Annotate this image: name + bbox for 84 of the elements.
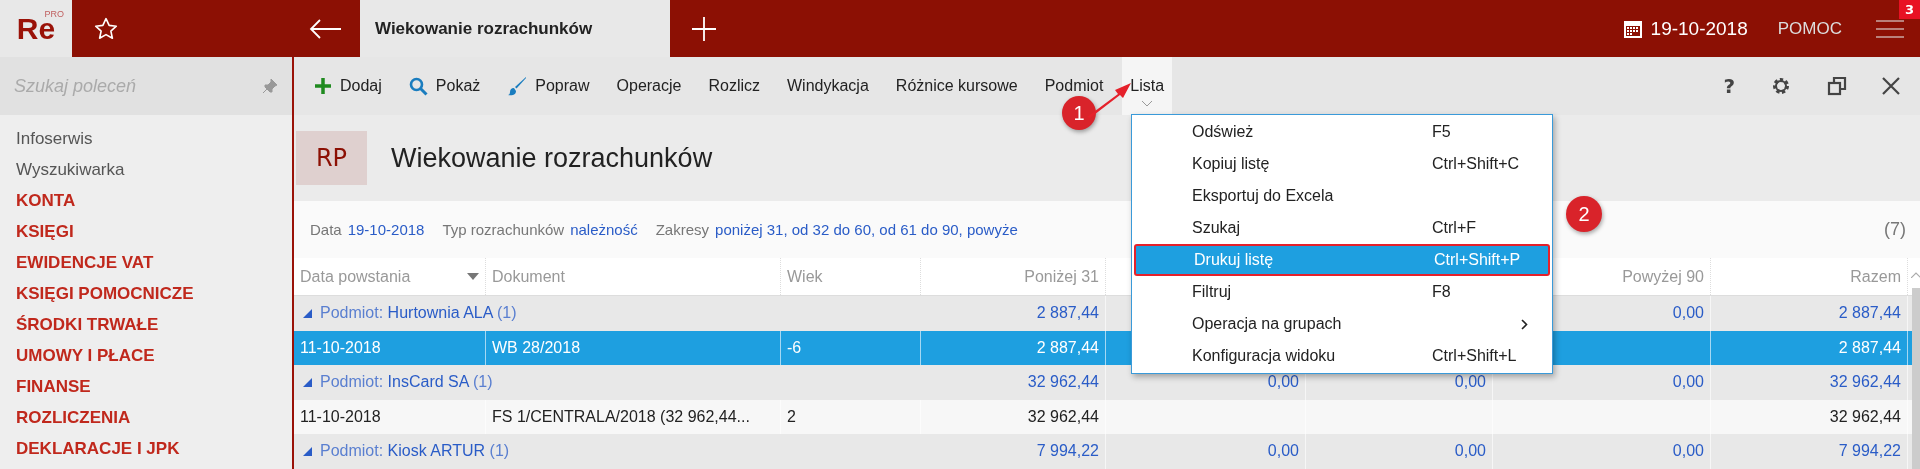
table-cell: 2 887,44 xyxy=(1036,338,1099,357)
page-title: Wiekowanie rozrachunków xyxy=(391,142,713,174)
sidebar-section[interactable]: DEKLARACJE I JPK xyxy=(16,433,276,464)
collapse-icon[interactable] xyxy=(303,446,312,456)
group-label: Podmiot: Hurtownia ALA (1) xyxy=(320,304,517,323)
table-cell: 0,00 xyxy=(1672,442,1704,461)
toolbar-button[interactable]: Dodaj xyxy=(306,69,390,103)
table-cell: 2 xyxy=(787,407,796,426)
table-cell: 32 962,44 xyxy=(1829,373,1901,392)
back-arrow-icon[interactable] xyxy=(308,17,342,40)
table-cell: 7 994,22 xyxy=(1036,442,1099,461)
table-cell: 0,00 xyxy=(1454,442,1486,461)
table-cell: 11-10-2018 xyxy=(300,338,381,357)
calendar-icon xyxy=(1622,18,1643,39)
table-cell: 0,00 xyxy=(1672,304,1704,323)
toolbar-button[interactable]: Pokaż xyxy=(400,69,489,103)
plus-icon xyxy=(314,77,332,95)
help-button[interactable]: ? xyxy=(1723,74,1735,98)
table-cell: 0,00 xyxy=(1672,373,1704,392)
toolbar-button[interactable]: Windykacja xyxy=(779,69,877,103)
table-cell: 32 962,44 xyxy=(1829,407,1901,426)
sidebar-item[interactable]: Infoserwis xyxy=(16,123,276,154)
toolbar-button[interactable]: Popraw xyxy=(499,69,598,103)
filter-value[interactable]: poniżej 31, od 32 do 60, od 61 do 90, powyże xyxy=(715,221,1018,238)
app-logo: RePRO xyxy=(0,0,72,57)
table-cell: 32 962,44 xyxy=(1027,407,1099,426)
table-cell: 0,00 xyxy=(1267,373,1299,392)
filter-value[interactable]: należność xyxy=(570,221,638,238)
table-cell: 2 887,44 xyxy=(1838,304,1901,323)
table-cell: WB 28/2018 xyxy=(492,338,581,357)
settings-icon[interactable] xyxy=(1770,75,1792,97)
table-cell: -6 xyxy=(787,338,802,357)
toolbar-button[interactable]: Operacje xyxy=(608,69,690,103)
table-cell: FS 1/CENTRALA/2018 (32 962,44... xyxy=(492,407,750,426)
table-cell: 11-10-2018 xyxy=(300,407,381,426)
record-count: (7) xyxy=(1884,219,1906,240)
table-cell: 2 887,44 xyxy=(1838,338,1901,357)
table-cell: 0,00 xyxy=(1267,442,1299,461)
module-badge: RP xyxy=(296,131,367,185)
filter-label: Data xyxy=(310,221,342,238)
plus-icon[interactable] xyxy=(691,15,717,42)
help-link[interactable]: POMOC xyxy=(1777,18,1842,39)
sidebar-section[interactable]: FINANSE xyxy=(16,371,276,402)
table-cell: 32 962,44 xyxy=(1027,373,1099,392)
sidebar-section[interactable]: KSIĘGI xyxy=(16,216,276,247)
group-label: Podmiot: InsCard SA (1) xyxy=(320,373,493,392)
filter-value[interactable]: 19-10-2018 xyxy=(347,221,425,238)
table-row[interactable]: 11-10-2018 FS 1/CENTRALA/2018 (32 962,44... 2 32 962,44 32 962,44 xyxy=(294,399,1912,434)
filter-label: Typ rozrachunków xyxy=(442,221,565,238)
menu-item[interactable]: Odśwież F5 xyxy=(1134,116,1550,148)
toolbar-button[interactable]: Różnice kursowe xyxy=(887,69,1026,103)
table-cell: 0,00 xyxy=(1454,373,1486,392)
table-cell: 2 887,44 xyxy=(1036,304,1099,323)
sort-icon[interactable] xyxy=(467,273,479,280)
group-row[interactable]: Podmiot: Kiosk ARTUR (1) 7 994,22 0,00 0,00 0,00 7 994,22 xyxy=(294,434,1912,469)
sidebar-section[interactable]: UMOWY I PŁACE xyxy=(16,340,276,371)
menu-item[interactable]: Szukaj Ctrl+F xyxy=(1134,212,1550,244)
brush-icon xyxy=(507,76,528,96)
sidebar-section[interactable]: KSIĘGI POMOCNICZE xyxy=(16,278,276,309)
sidebar-item[interactable]: Wyszukiwarka xyxy=(16,154,276,185)
sidebar-section[interactable]: ŚRODKI TRWAŁE xyxy=(16,309,276,340)
current-date[interactable]: 19-10-2018 xyxy=(1650,17,1748,40)
notification-badge: 3 xyxy=(1898,0,1920,19)
sidebar-section[interactable]: KONTA xyxy=(16,185,276,216)
collapse-icon[interactable] xyxy=(303,377,312,387)
menu-item[interactable]: Kopiuj listę Ctrl+Shift+C xyxy=(1134,148,1550,180)
scrollbar-thumb[interactable] xyxy=(1912,288,1920,469)
tab[interactable]: Wiekowanie rozrachunków xyxy=(360,0,670,57)
group-label: Podmiot: Kiosk ARTUR (1) xyxy=(320,442,510,461)
filter-label: Zakresy xyxy=(655,221,710,238)
search-icon xyxy=(408,76,428,96)
star-icon[interactable] xyxy=(93,15,119,42)
restore-window-icon[interactable] xyxy=(1827,76,1847,96)
close-icon[interactable] xyxy=(1882,77,1900,95)
toolbar-button[interactable]: Lista xyxy=(1122,57,1173,115)
menu-item[interactable]: Eksportuj do Excela xyxy=(1134,180,1550,212)
caret-icon xyxy=(1142,101,1153,107)
collapse-icon[interactable] xyxy=(303,308,312,318)
sidebar-section[interactable]: EWIDENCJE VAT xyxy=(16,247,276,278)
table-cell: 7 994,22 xyxy=(1838,442,1901,461)
group-row[interactable]: Podmiot: InsCard SA (1) 32 962,44 0,00 0,00 0,00 32 962,44 xyxy=(294,365,1912,400)
toolbar-button[interactable]: Rozlicz xyxy=(700,69,768,103)
menu-icon[interactable] xyxy=(1876,18,1904,39)
sidebar-section[interactable]: ROZLICZENIA xyxy=(16,402,276,433)
